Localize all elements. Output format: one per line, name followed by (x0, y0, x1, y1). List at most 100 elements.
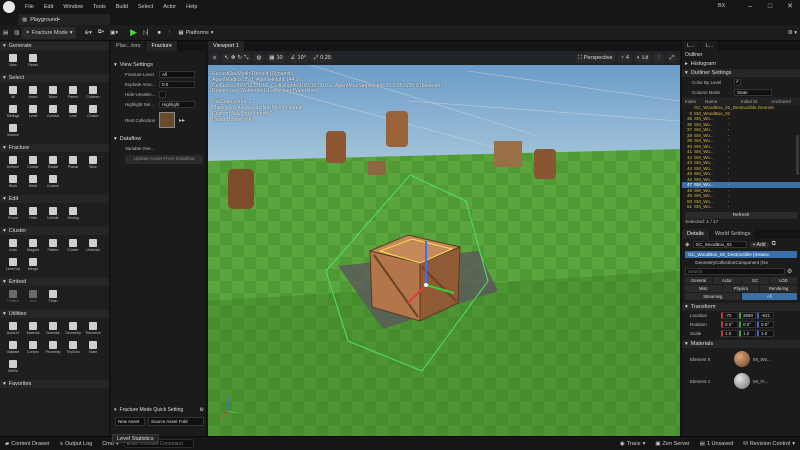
scale-snap[interactable]: ⤢ 0.25 (310, 53, 334, 63)
browse-icon[interactable]: ▸▸ (179, 117, 185, 124)
play-options-icon[interactable]: ⋮ (164, 27, 176, 39)
material-1-thumbnail[interactable] (734, 373, 750, 389)
source-asset-folder[interactable]: Source Asset Fold (148, 417, 204, 426)
section-header-2[interactable]: ▾ Fracture (0, 144, 109, 152)
tool-button[interactable]: Material (23, 320, 43, 339)
menu-help[interactable]: Help (181, 4, 202, 10)
tool-button[interactable]: Cluster (83, 103, 103, 122)
filter-chip[interactable]: Actor (713, 277, 741, 284)
mode-dropdown[interactable]: ✦ Fracture Mode ▾ (22, 26, 76, 39)
transform-tools[interactable]: ↖ ✥ ↻ ⤡ (221, 53, 252, 63)
camera-speed-button[interactable]: ◔ 4 (617, 53, 632, 63)
tool-button[interactable]: Custom (43, 173, 63, 192)
col-initial-state[interactable]: Initial St (741, 99, 771, 104)
step-icon[interactable]: ▷▏ (140, 27, 154, 39)
tool-button[interactable]: SetRe (3, 358, 23, 377)
color-by-level-checkbox[interactable]: ✓ (734, 78, 741, 86)
menu-actor[interactable]: Actor (158, 4, 181, 10)
tool-button[interactable]: Hide (23, 205, 43, 224)
tool-button[interactable]: Children (83, 84, 103, 103)
scale-y-field[interactable]: 1.0 (739, 330, 756, 337)
section-header-6[interactable]: ▾ Utilities (0, 310, 109, 318)
menu-tools[interactable]: Tools (88, 4, 111, 10)
rotation-x-field[interactable]: 0.0° (721, 321, 738, 328)
section-header-3[interactable]: ▾ Edit (0, 195, 109, 203)
section-header-7[interactable]: ▾ Favorites (0, 380, 109, 388)
menu-select[interactable]: Select (133, 4, 158, 10)
quick-settings-header[interactable]: ▾ Fracture Mode Quick Setting ⚙ (111, 404, 207, 415)
tab-place-actors[interactable]: Plac...tors (111, 41, 147, 51)
tool-button[interactable]: Add (23, 288, 43, 307)
menu-build[interactable]: Build (111, 4, 133, 10)
tool-button[interactable]: Contact (43, 103, 63, 122)
tool-button[interactable]: Mesh (23, 173, 43, 192)
gear-icon[interactable]: ⚙ (787, 268, 792, 275)
explode-amount-field[interactable]: 0.0 (159, 80, 195, 88)
filter-chip[interactable]: LOD (769, 277, 797, 284)
scale-x-field[interactable]: 1.0 (721, 330, 738, 337)
highlight-select[interactable]: Highlight (159, 100, 195, 108)
tool-button[interactable]: Flatten (43, 237, 63, 256)
tool-button[interactable]: Auto (3, 237, 23, 256)
perspective-button[interactable]: ⛶ Perspective (574, 53, 616, 63)
tool-button[interactable]: Tolerance (83, 320, 103, 339)
settings-icon[interactable]: ⚙ ▾ (785, 27, 800, 39)
actor-name-field[interactable]: GC_WoodBox_02 (692, 241, 747, 248)
tool-button[interactable]: Normals (43, 320, 63, 339)
tool-button[interactable]: Brick (3, 173, 23, 192)
unsaved-button[interactable]: ▤ 1 Unsaved (695, 441, 739, 447)
menu-file[interactable]: File (20, 4, 39, 10)
tab-viewport-1[interactable]: Viewport 1 (208, 41, 245, 51)
platforms-button[interactable]: ▦ Platforms ▾ (175, 27, 216, 39)
tool-button[interactable]: Magnet (23, 237, 43, 256)
menu-edit[interactable]: Edit (39, 4, 58, 10)
location-z-field[interactable]: -621 (757, 312, 774, 319)
rotation-snap[interactable]: ∠ 10° (287, 53, 309, 63)
tool-button[interactable]: Level Up (3, 256, 23, 275)
tool-button[interactable]: Proximity (43, 339, 63, 358)
tab-details[interactable]: Details (682, 229, 710, 239)
world-local-toggle[interactable]: ◍ (253, 53, 265, 63)
filter-chip[interactable]: All (741, 293, 797, 300)
content-icon[interactable]: ▥ (11, 27, 22, 39)
viewport-menu-button[interactable]: ≡ (210, 53, 220, 63)
cinematics-button[interactable]: ▣▾ (107, 27, 121, 39)
tool-button[interactable]: Level (23, 103, 43, 122)
output-log-button[interactable]: ≡ Output Log (55, 441, 97, 447)
tool-button[interactable]: Parent (63, 84, 83, 103)
tab-level-2[interactable]: L... (700, 41, 720, 51)
filter-chip[interactable]: GC (741, 277, 769, 284)
section-header-0[interactable]: ▾ Generate (0, 42, 109, 50)
tool-button[interactable]: Geometry (63, 320, 83, 339)
stop-icon[interactable]: ■ (155, 27, 164, 39)
section-header-1[interactable]: ▾ Select (0, 74, 109, 82)
show-button[interactable]: ⋮ (653, 53, 665, 63)
outliner-scrollbar[interactable] (796, 135, 799, 175)
histogram-header[interactable]: ▸ Histogram (682, 60, 800, 68)
level-statistics-tab[interactable]: Level Statistics (112, 434, 159, 443)
tool-button[interactable]: Merge (23, 256, 43, 275)
tool-button[interactable]: Unhide (43, 205, 63, 224)
tool-button[interactable]: Leaf (63, 103, 83, 122)
col-name[interactable]: Name (705, 99, 741, 104)
save-icon[interactable]: ▤ (0, 27, 11, 39)
tool-button[interactable]: Invert (23, 84, 43, 103)
add-component-button[interactable]: + Add (749, 241, 769, 248)
tab-fracture[interactable]: Fracture (146, 41, 178, 51)
material-0-thumbnail[interactable] (734, 351, 750, 367)
tool-button[interactable]: Prune (3, 205, 23, 224)
material-0-name[interactable]: MI_Wo... (753, 357, 771, 362)
dataflow-header[interactable]: ▾ Dataflow (111, 135, 206, 143)
materials-header[interactable]: ▾ Materials (682, 340, 800, 348)
tool-button[interactable]: TinyGeo (63, 339, 83, 358)
tool-button[interactable]: Planar (63, 154, 83, 173)
zen-server-button[interactable]: ▣ Zen Server (650, 441, 694, 447)
outliner-row[interactable]: 51 SM_Wo... - (682, 204, 800, 210)
outliner-settings-header[interactable]: ▾ Outliner Settings (682, 69, 800, 77)
add-actor-button[interactable]: ⊕▾ (82, 27, 95, 39)
tool-button[interactable]: Flush (43, 288, 63, 307)
maximize-viewport-button[interactable]: ⤢ (666, 53, 677, 63)
material-1-name[interactable]: MI_Fr... (753, 379, 768, 384)
maximize-icon[interactable]: □ (760, 0, 780, 14)
tool-button[interactable]: Volume (3, 122, 23, 141)
